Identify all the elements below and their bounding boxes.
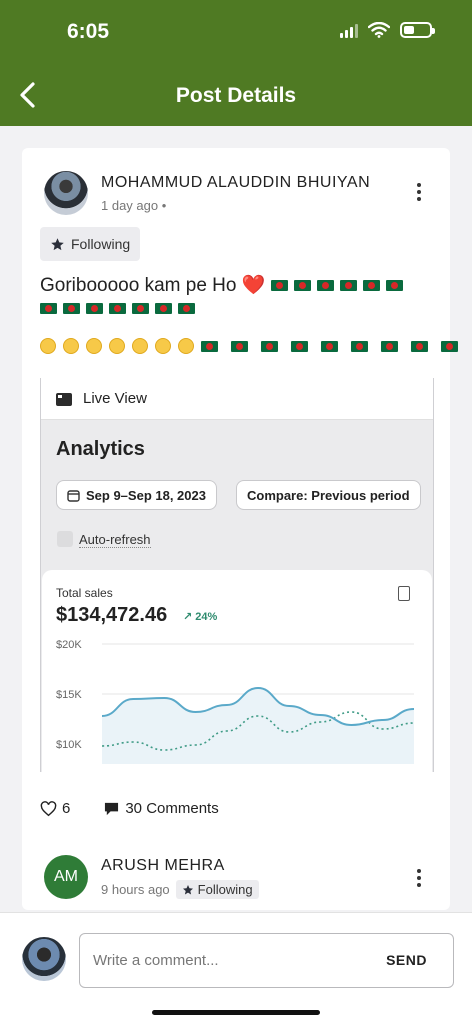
live-view-bar: Live View [41,378,433,420]
auto-refresh-checkbox [57,531,73,547]
sales-line-chart: $20K $15K $10K [56,639,415,764]
commenter-following-label: Following [197,882,253,897]
post-stats: 6 30 Comments [40,800,219,817]
flag-emoji [293,280,311,291]
post-more-icon[interactable] [409,179,429,205]
compare-label: Compare: Previous period [247,487,410,503]
laughing-emoji [63,338,79,354]
heart-icon [40,800,57,816]
comment-more-icon[interactable] [409,865,429,891]
laughing-emoji [132,338,148,354]
post-timestamp: 1 day ago • [101,198,167,213]
current-user-avatar [22,937,66,981]
comment-input[interactable] [93,934,363,987]
like-button[interactable]: 6 [40,800,70,817]
page-title: Post Details [175,84,297,107]
sales-label: Total sales [56,586,113,600]
author-avatar[interactable] [44,171,88,215]
comment-bubble-icon [105,802,119,816]
signal-icon [340,22,358,38]
app-header: 6:05 Post Details [0,0,472,126]
laughing-emoji [109,338,125,354]
star-icon [182,884,193,894]
analytics-title: Analytics [56,438,145,460]
y-tick-label: $20K [56,639,82,651]
laughing-emoji [86,338,102,354]
flag-emoji [362,280,380,291]
sales-change: ↗ 24% [183,611,218,623]
flag-emoji [316,280,334,291]
laughing-emoji [40,338,56,354]
battery-icon [400,22,435,38]
export-file-icon [398,586,410,601]
live-view-label: Live View [83,390,147,407]
flag-emoji-row [40,303,201,314]
post-text-content: Goribooooo kam pe Ho ❤️ [40,275,266,296]
laughing-emoji [155,338,171,354]
y-tick-label: $10K [56,739,82,751]
laughing-emoji [178,338,194,354]
auto-refresh-label: Auto-refresh [79,532,151,548]
comment-count: 30 Comments [125,800,219,817]
compare-button: Compare: Previous period [236,480,421,510]
commenter-following-badge[interactable]: Following [175,880,259,899]
commenter-name[interactable]: ARUSH MEHRA [101,857,225,875]
flag-emoji [270,280,288,291]
comment-composer: SEND [0,912,472,1024]
live-view-icon [56,392,72,406]
star-icon [51,237,64,250]
date-range-button: Sep 9–Sep 18, 2023 [56,480,217,510]
like-count: 6 [62,800,71,817]
calendar-icon [67,489,80,502]
commenter-avatar[interactable]: AM [44,855,88,899]
emoji-row [40,338,464,354]
post-text: Goribooooo kam pe Ho ❤️ [40,273,440,299]
wifi-icon [368,22,390,38]
home-indicator [152,1010,320,1015]
date-range-label: Sep 9–Sep 18, 2023 [86,487,206,503]
sales-value: $134,472.46 [56,604,168,626]
send-button[interactable]: SEND [386,952,427,968]
post-image[interactable]: Live View Analytics Sep 9–Sep 18, 2023 C… [40,378,434,772]
status-time: 6:05 [67,20,110,43]
comment-meta: 9 hours ago Following [101,880,259,899]
following-button[interactable]: Following [40,227,141,261]
comment-box: SEND [79,933,454,988]
comment-timestamp: 9 hours ago [101,882,170,897]
flag-emoji [339,280,357,291]
post-author-name[interactable]: MOHAMMUD ALAUDDIN BHUIYAN [101,174,370,192]
comments-button[interactable]: 30 Comments [104,800,219,817]
status-icons [340,22,435,38]
y-tick-label: $15K [56,689,82,701]
flag-emoji [385,280,403,291]
following-label: Following [71,236,131,252]
total-sales-card: Total sales $134,472.46 ↗ 24% $20K $15K $1… [42,570,432,772]
